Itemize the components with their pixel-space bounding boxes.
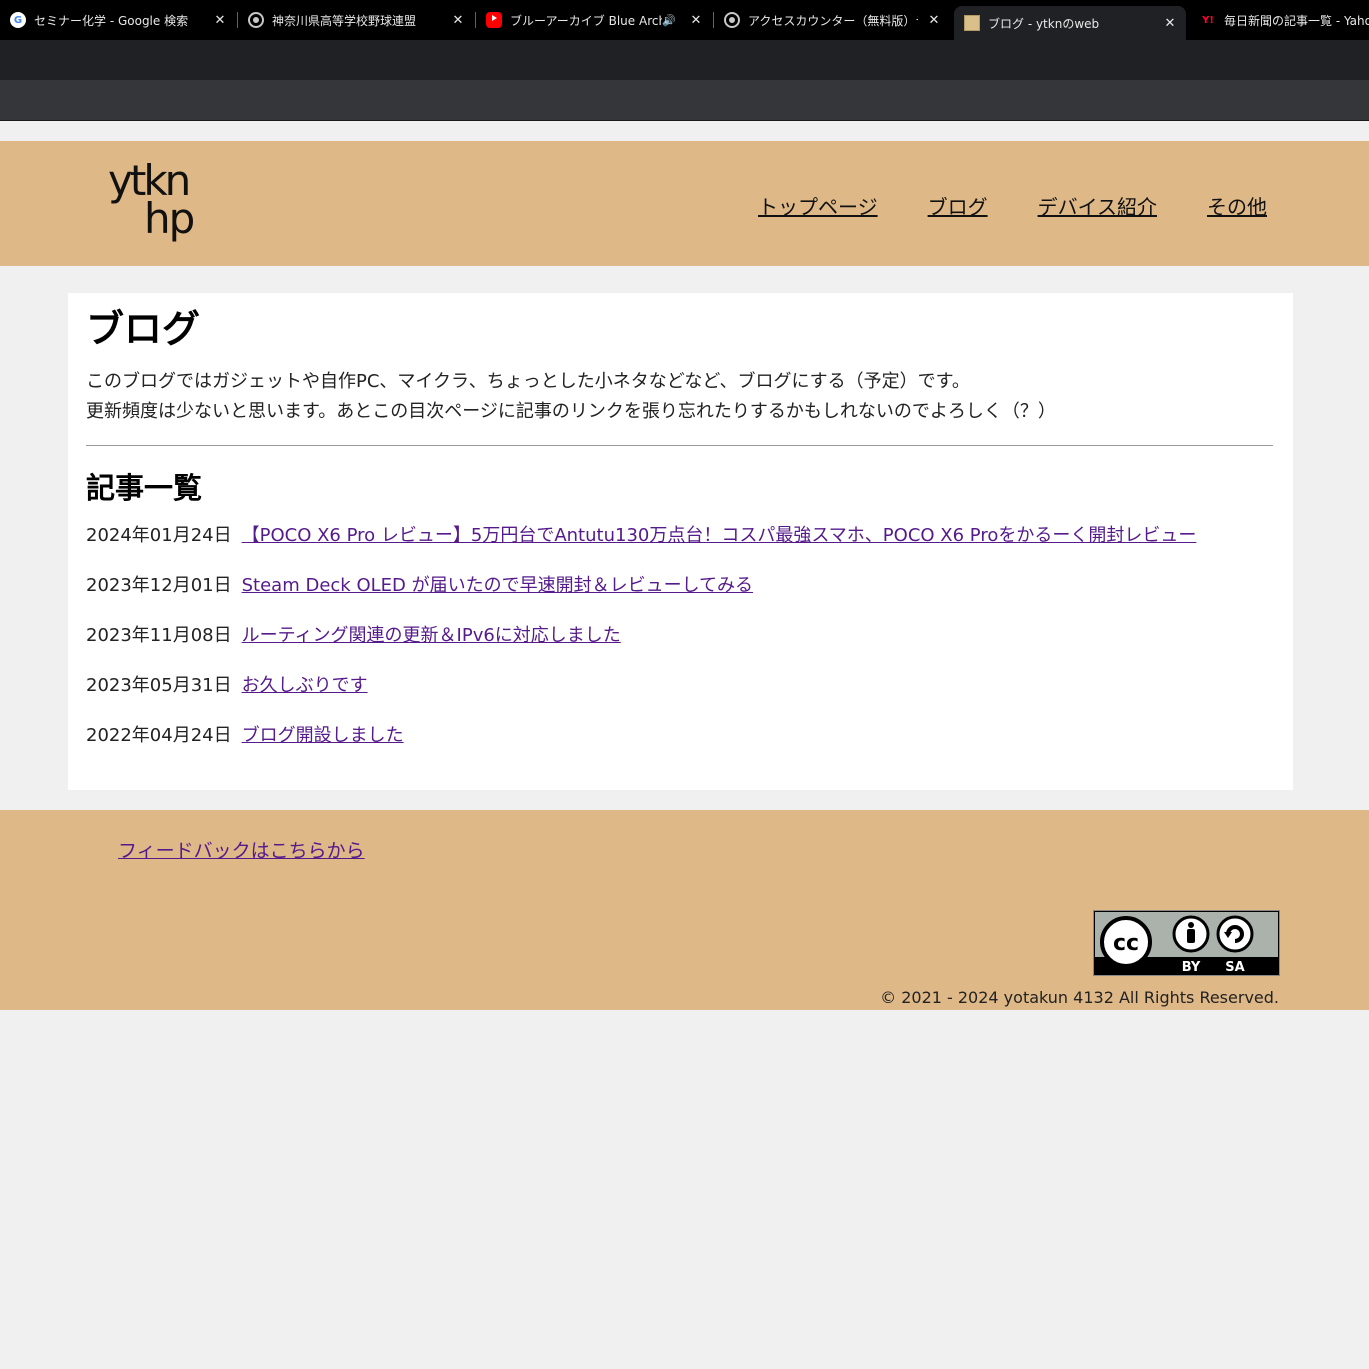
tab-title: ブルーアーカイブ Blue Archive [510,13,663,28]
article-link[interactable]: お久しぶりです [242,675,368,696]
page-title: ブログ [86,307,201,351]
article-date: 2023年12月01日 [86,575,232,596]
site-logo[interactable]: ytkn hp [108,157,198,249]
intro-line: このブログではガジェットや自作PC、マイクラ、ちょっとした小ネタなどなど、ブログ… [86,371,970,392]
close-icon[interactable]: ✕ [212,12,228,28]
tab-title: 神奈川県高等学校野球連盟 [272,13,417,28]
tab-title: セミナー化学 - Google 検索 [34,13,189,28]
browser-tab[interactable]: ブルーアーカイブ Blue Archive 🔊 ✕ [476,0,712,40]
browser-tab-active[interactable]: ブログ - ytknのweb ✕ [954,6,1186,40]
article-list: 2024年01月24日 【POCO X6 Pro レビュー】5万円台でAntutu… [86,520,1273,752]
browser-tab[interactable]: 神奈川県高等学校野球連盟 ✕ [238,0,474,40]
browser-tab[interactable]: アクセスカウンター（無料版）テキス ✕ [714,0,950,40]
article-date: 2023年05月31日 [86,675,232,696]
site-footer: フィードバックはこちらから cc BY SA © 2021 - 2024 yot… [0,810,1369,1010]
speaker-icon[interactable]: 🔊 [662,14,676,27]
tab-title: 毎日新聞の記事一覧 - Yahoo [1224,13,1369,28]
globe-icon [248,12,264,28]
article-link[interactable]: 【POCO X6 Pro レビュー】5万円台でAntutu130万点台！コスパ最… [242,525,1197,546]
globe-icon [724,12,740,28]
article-link[interactable]: ブログ開設しました [242,725,404,746]
browser-tab-strip: G セミナー化学 - Google 検索 ✕ 神奈川県高等学校野球連盟 ✕ ブル… [0,0,1369,40]
close-icon[interactable]: ✕ [688,12,704,28]
main-nav: トップページ ブログ デバイス紹介 その他 [758,191,1267,220]
article-list-heading: 記事一覧 [86,471,203,505]
copyright-text: © 2021 - 2024 yotakun 4132 All Rights Re… [880,988,1279,1007]
article-item: 2022年04月24日 ブログ開設しました [86,720,1273,752]
browser-tab[interactable]: G セミナー化学 - Google 検索 ✕ [0,0,236,40]
nav-link-other[interactable]: その他 [1207,191,1267,220]
article-date: 2022年04月24日 [86,725,232,746]
article-date: 2023年11月08日 [86,625,232,646]
site-header: ytkn hp トップページ ブログ デバイス紹介 その他 [0,141,1369,266]
google-icon: G [10,12,26,28]
tab-title: ブログ - ytknのweb [988,16,1100,31]
article-link[interactable]: Steam Deck OLED が届いたので早速開封＆レビューしてみる [242,575,753,596]
article-link[interactable]: ルーティング関連の更新＆IPv6に対応しました [242,625,621,646]
article-item: 2023年12月01日 Steam Deck OLED が届いたので早速開封＆レビ… [86,570,1273,602]
yahoo-icon: Y! [1202,14,1214,26]
close-icon[interactable]: ✕ [1162,15,1178,31]
main-content: ブログ このブログではガジェットや自作PC、マイクラ、ちょっとした小ネタなどなど… [68,293,1293,790]
close-icon[interactable]: ✕ [450,12,466,28]
cc-by-sa-license-badge[interactable]: cc BY SA [1093,910,1280,976]
badge-sa-label: SA [1225,960,1244,975]
intro-line: 更新頻度は少ないと思います。あとこの目次ページに記事のリンクを張り忘れたりするか… [86,401,1056,422]
logo-line2: hp [144,194,195,243]
site-favicon-icon [964,15,980,31]
browser-toolbar [0,40,1369,80]
feedback-link[interactable]: フィードバックはこちらから [118,836,365,863]
article-item: 2024年01月24日 【POCO X6 Pro レビュー】5万円台でAntutu… [86,520,1273,552]
cc-icon: cc [1113,931,1139,956]
article-item: 2023年05月31日 お久しぶりです [86,670,1273,702]
badge-by-label: BY [1182,960,1201,975]
divider [86,445,1273,446]
nav-link-blog[interactable]: ブログ [928,191,988,220]
article-item: 2023年11月08日 ルーティング関連の更新＆IPv6に対応しました [86,620,1273,652]
nav-link-devices[interactable]: デバイス紹介 [1038,191,1157,220]
tab-title: アクセスカウンター（無料版）テキス [748,13,918,28]
person-icon-body [1187,929,1195,943]
intro-text: このブログではガジェットや自作PC、マイクラ、ちょっとした小ネタなどなど、ブログ… [86,367,1273,427]
close-icon[interactable]: ✕ [926,12,942,28]
person-icon-head [1188,922,1194,928]
nav-link-top[interactable]: トップページ [758,191,878,220]
bookmarks-bar [0,80,1369,121]
youtube-icon [486,12,502,28]
article-date: 2024年01月24日 [86,525,232,546]
browser-tab[interactable]: Y! 毎日新聞の記事一覧 - Yahoo [1190,0,1369,40]
page-viewport: ytkn hp トップページ ブログ デバイス紹介 その他 ブログ このブログで… [0,121,1369,1369]
